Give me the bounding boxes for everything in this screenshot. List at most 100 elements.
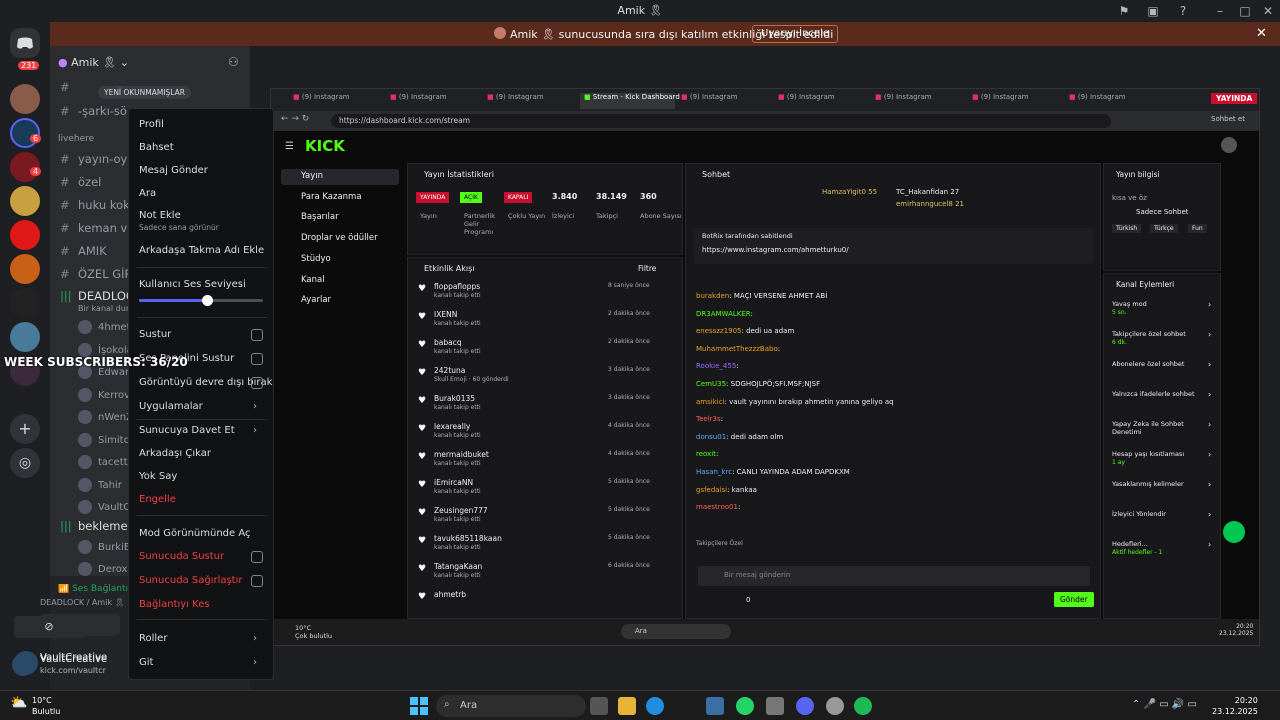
mute-soundboard-checkbox[interactable] [251, 353, 263, 365]
category-label[interactable]: livehere [58, 134, 94, 144]
mute-checkbox[interactable] [251, 329, 263, 341]
minimize-button[interactable]: – [1212, 3, 1228, 19]
menu-call[interactable]: Ara [139, 188, 156, 199]
menu-mod-view[interactable]: Mod Görünümünde Aç [139, 528, 251, 539]
voice-user[interactable]: Simitci [78, 432, 132, 447]
browser-tab[interactable]: ■ (9) Instagram [677, 93, 772, 109]
avatar[interactable] [12, 654, 34, 676]
menu-mute[interactable]: Sustur [139, 329, 171, 340]
screen-share-icon[interactable]: ▣ [1145, 3, 1161, 19]
feed-user[interactable]: mermaidbuket [434, 450, 489, 459]
feed-user[interactable]: TatangaKaan [434, 562, 482, 571]
menu-apps[interactable]: Uygulamalar [139, 401, 203, 412]
browser-tab[interactable]: ■ (9) Instagram [386, 93, 481, 109]
channel-action[interactable]: Abonelere özel sohbet [1112, 360, 1206, 368]
channel-action[interactable]: Yasaklanmış kelimeler [1112, 480, 1206, 488]
discord-home-icon[interactable] [10, 28, 40, 58]
task-view-icon[interactable] [590, 697, 608, 715]
nav-buttons[interactable]: ← → ↻ [281, 114, 309, 124]
review-alert-button[interactable]: Uyarıyı İncele [752, 25, 838, 43]
menu-icon[interactable]: ☰ [285, 141, 294, 152]
feed-user[interactable]: 242tuna [434, 366, 465, 375]
menu-block[interactable]: Engelle [139, 494, 176, 505]
server-name[interactable]: ● Amik 🎗 ⌄ [58, 56, 129, 69]
server-avatar[interactable] [10, 322, 40, 352]
discover-icon[interactable]: ◎ [10, 448, 40, 478]
maximize-button[interactable]: □ [1237, 3, 1253, 19]
discord-icon[interactable] [796, 697, 814, 715]
chat-username[interactable]: burakden [696, 292, 729, 300]
app-icon[interactable] [826, 697, 844, 715]
voice-user[interactable]: BurkiEl [78, 540, 133, 554]
feed-user[interactable]: ahmetrb [434, 590, 466, 599]
chat-username[interactable]: Teelr3s [696, 415, 721, 423]
kick-nav-item[interactable]: Yayın [281, 169, 399, 185]
filter-button[interactable]: Filtre [638, 264, 656, 273]
mail-icon[interactable] [706, 697, 724, 715]
start-icon[interactable] [410, 697, 428, 718]
feed-user[interactable]: babacq [434, 338, 462, 347]
server-avatar[interactable] [10, 186, 40, 216]
menu-disconnect[interactable]: Bağlantıyı Kes [139, 599, 210, 610]
search-box[interactable]: Ara [621, 624, 731, 639]
pinned-link[interactable]: https://www.instagram.com/ahmetturku0/ [702, 246, 849, 254]
browser-tab[interactable]: ■ (9) Instagram [289, 93, 384, 109]
tag[interactable]: Fun [1188, 224, 1207, 233]
menu-nickname[interactable]: Arkadaşa Takma Adı Ekle [139, 245, 264, 256]
chat-username[interactable]: Rookie_455 [696, 362, 736, 370]
close-icon[interactable]: ✕ [1256, 26, 1267, 41]
file-explorer-icon[interactable] [618, 697, 636, 715]
menu-roles[interactable]: Roller [139, 633, 167, 644]
menu-invite[interactable]: Sunucuya Davet Et [139, 425, 235, 436]
feed-user[interactable]: lexareally [434, 422, 470, 431]
add-member-icon[interactable]: ⚇ [228, 55, 239, 69]
browser-tab[interactable]: ■ (9) Instagram [774, 93, 869, 109]
disable-video-checkbox[interactable] [251, 377, 263, 389]
chat-username[interactable]: donsu01 [696, 433, 726, 441]
menu-server-mute[interactable]: Sunucuda Sustur [139, 551, 224, 562]
new-unreads-pill[interactable]: YENİ OKUNMAMIŞLAR [98, 86, 191, 99]
server-deafen-checkbox[interactable] [251, 575, 263, 587]
menu-profile[interactable]: Profil [139, 119, 164, 130]
menu-add-note[interactable]: Not Ekle [139, 210, 181, 221]
voice-user[interactable]: 4hmet [78, 320, 131, 334]
kick-nav-item[interactable]: Para Kazanma [281, 190, 399, 206]
kick-nav-item[interactable]: Droplar ve ödüller [281, 231, 399, 247]
browser-tab[interactable]: ■ (9) Instagram [1065, 93, 1160, 109]
channel-action[interactable]: Yapay Zeka ile Sohbet Denetimi [1112, 420, 1206, 436]
tag[interactable]: Türkish [1112, 224, 1142, 233]
voice-user[interactable]: Deroxx [78, 562, 133, 576]
feed-user[interactable]: tavuk685118kaan [434, 534, 502, 543]
chat-username[interactable]: DR3AMWALKER [696, 310, 750, 318]
chat-username[interactable]: amsikici [696, 398, 725, 406]
browser-tab[interactable]: ■ (9) Instagram [968, 93, 1063, 109]
channel-action[interactable]: Takipçilere özel sohbet [1112, 330, 1206, 338]
server-avatar[interactable] [10, 118, 40, 148]
menu-message[interactable]: Mesaj Gönder [139, 165, 208, 176]
channel-action[interactable]: Yavaş mod [1112, 300, 1206, 308]
whatsapp-icon[interactable] [736, 697, 754, 715]
voice-user[interactable]: VaultCr [78, 500, 134, 514]
address-bar[interactable]: https://dashboard.kick.com/stream [331, 114, 1111, 128]
spotify-icon[interactable] [854, 697, 872, 715]
feed-user[interactable]: iEmircaNN [434, 478, 473, 487]
channel-action[interactable]: İzleyici Yönlendir [1112, 510, 1206, 518]
server-avatar[interactable] [10, 288, 40, 318]
menu-ignore[interactable]: Yok Say [139, 471, 177, 482]
channel-item[interactable]: # -şarkı-sö [60, 104, 127, 118]
chat-username[interactable]: reoxit [696, 450, 716, 458]
support-icon[interactable] [1223, 521, 1245, 543]
edge-icon[interactable] [646, 697, 664, 715]
chat-input[interactable]: Bir mesaj gönderin [698, 566, 1090, 586]
tag[interactable]: Türkçe [1150, 224, 1178, 233]
channel-action[interactable]: Hedefleri... [1112, 540, 1206, 548]
voice-user[interactable]: Kerrov [78, 387, 130, 402]
profile-button[interactable]: Sohbet et [1211, 115, 1245, 123]
server-avatar[interactable] [10, 220, 40, 250]
feed-user[interactable]: Zeusingen777 [434, 506, 488, 515]
feed-user[interactable]: floppaflopps [434, 282, 480, 291]
menu-go[interactable]: Git [139, 657, 153, 668]
voice-user[interactable]: Tahir [78, 477, 122, 492]
channel-item[interactable]: # [60, 80, 78, 94]
send-button[interactable]: Gönder [1054, 592, 1094, 607]
